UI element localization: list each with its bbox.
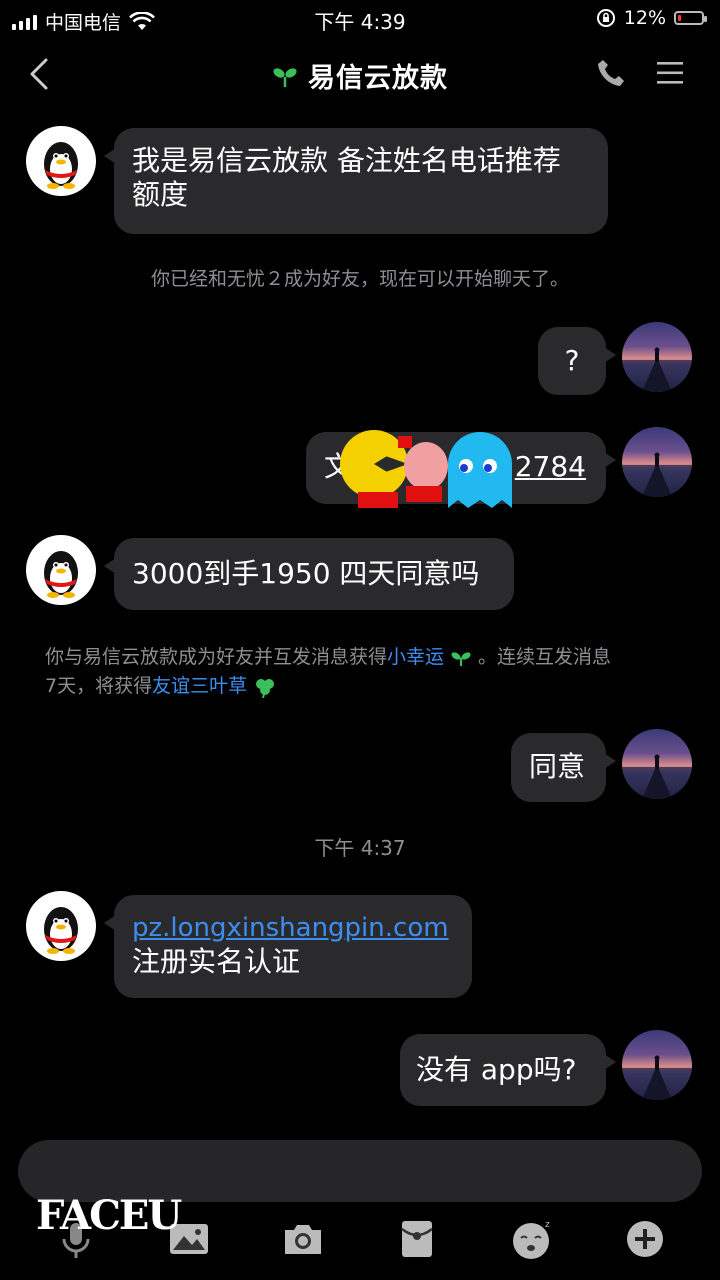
my-avatar[interactable] [622, 1030, 692, 1100]
clover-icon [256, 678, 275, 698]
chat-header: 易信云放款 [0, 40, 720, 110]
my-avatar[interactable] [622, 322, 692, 392]
red-packet-icon[interactable] [395, 1217, 439, 1261]
sprout-icon [451, 651, 471, 666]
clover-link[interactable]: 友谊三叶草 [152, 675, 247, 697]
phone-icon[interactable] [594, 56, 628, 90]
message-text: 同意 [529, 750, 586, 783]
contact-avatar[interactable] [26, 535, 96, 605]
system-notice: 你已经和无忧２成为好友，现在可以开始聊天了。 [150, 268, 569, 290]
sprout-icon [273, 67, 297, 87]
battery-percent: 12% [623, 7, 666, 29]
my-avatar[interactable] [622, 427, 692, 497]
my-avatar[interactable] [622, 729, 692, 799]
message-bubble-incoming[interactable]: 3000到手1950 四天同意吗 [104, 538, 514, 610]
message-bubble-outgoing[interactable]: 同意 [511, 733, 616, 802]
contact-avatar[interactable] [26, 891, 96, 961]
message-bubble-outgoing[interactable]: ? [538, 327, 616, 395]
plus-icon[interactable] [623, 1217, 667, 1261]
rotation-lock-icon [596, 9, 615, 27]
message-bubble-incoming[interactable]: pz.longxinshangpin.com 注册实名认证 [104, 895, 472, 998]
message-link[interactable]: pz.longxinshangpin.com [132, 911, 454, 945]
lucky-link[interactable]: 小幸运 [387, 646, 444, 668]
message-text: 我是易信云放款 备注姓名电话推荐 [132, 144, 561, 177]
camera-icon[interactable] [281, 1217, 325, 1261]
message-text: 额度 [132, 178, 189, 211]
pacman-sticker [340, 430, 512, 508]
faceu-watermark: FACEU [36, 1192, 182, 1239]
timestamp: 下午 4:37 [314, 836, 406, 860]
contact-avatar[interactable] [26, 126, 96, 196]
emoji-icon[interactable]: z [509, 1217, 553, 1261]
status-bar: 中国电信 下午 4:39 12% [0, 0, 720, 40]
menu-icon[interactable] [656, 58, 684, 88]
friendship-notice: 你与易信云放款成为好友并互发消息获得小幸运 。连续互发消息 7天，将获得友谊三叶草 [45, 646, 612, 698]
message-bubble-outgoing[interactable]: 没有 app吗? [400, 1034, 616, 1106]
svg-text:z: z [545, 1220, 550, 1230]
message-bubble-incoming[interactable]: 我是易信云放款 备注姓名电话推荐 额度 [104, 128, 608, 234]
message-text: 注册实名认证 [132, 945, 301, 978]
message-text: ? [564, 344, 580, 377]
battery-icon [674, 11, 707, 25]
message-text: 没有 app吗? [416, 1053, 577, 1086]
message-text: 3000到手1950 四天同意吗 [132, 557, 480, 590]
